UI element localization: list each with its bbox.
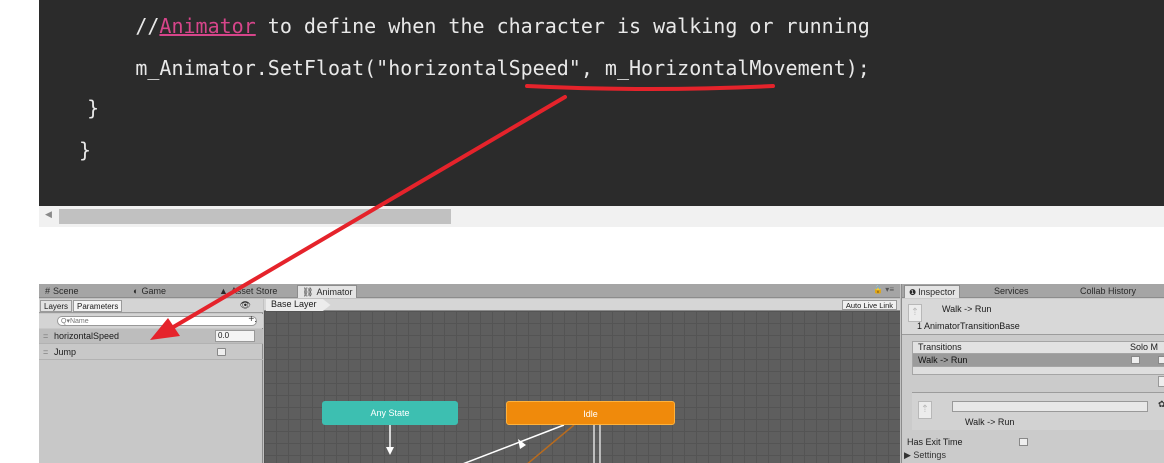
transitions-label: Transitions xyxy=(918,342,962,352)
has-exit-time-checkbox[interactable] xyxy=(1019,438,1028,446)
tab-services[interactable]: Services xyxy=(990,285,1033,298)
transitions-header: Transitions Solo M xyxy=(912,341,1164,354)
tab-asset-store[interactable]: ▲ Asset Store xyxy=(215,285,281,298)
editor-tabbar: # Scene ◐ Game ▲ Asset Store ⛓ Animator 🔒 ▾≡ xyxy=(39,284,900,298)
code-line-comment: //Animator to define when the character … xyxy=(39,6,870,46)
add-parameter-icon[interactable]: +. xyxy=(248,314,257,325)
search-row: +. xyxy=(39,314,263,328)
inspector-title: Walk -> Run xyxy=(942,304,992,314)
parameter-bool-checkbox[interactable] xyxy=(217,348,226,356)
eye-icon[interactable]: 👁 xyxy=(240,300,251,311)
transition-icon: ⇡ xyxy=(918,401,932,419)
animator-graph[interactable]: Base Layer Auto Live Link Any State Idle xyxy=(264,299,900,463)
comment-prefix: // xyxy=(39,14,160,38)
tab-animator-label: Animator xyxy=(316,287,353,297)
has-exit-time-label: Has Exit Time xyxy=(907,437,963,447)
parameter-float-field[interactable]: 0.0 xyxy=(215,330,255,342)
drag-handle-icon[interactable]: = xyxy=(43,329,48,343)
code-line-close-outer: } xyxy=(79,138,92,162)
tab-game[interactable]: ◐ Game xyxy=(129,285,170,298)
code-block: //Animator to define when the character … xyxy=(39,0,1164,206)
tab-layers[interactable]: Layers xyxy=(40,300,73,312)
scene-icon: # xyxy=(45,286,51,296)
transition-row[interactable]: Walk -> Run xyxy=(912,354,1164,367)
comment-text: to define when the character is walking … xyxy=(255,14,870,38)
inspector-header: ⇡ Walk -> Run 1 AnimatorTransitionBase xyxy=(902,299,1164,335)
parameter-row-horizontal-speed[interactable]: = horizontalSpeed 0.0 xyxy=(39,329,263,344)
scroll-handle[interactable] xyxy=(1158,376,1164,387)
arrow-head-icon xyxy=(386,447,394,455)
left-panel-toolbar: Layers Parameters 👁 xyxy=(39,299,263,313)
tab-asset-store-label: Asset Store xyxy=(230,286,278,296)
transition-icon: ⇡ xyxy=(908,304,922,322)
solo-mute-label: Solo M xyxy=(1129,342,1158,352)
selected-transition-box: ⇡ ✿ Walk -> Run xyxy=(912,392,1164,430)
scroll-left-icon[interactable]: ◀ xyxy=(45,210,52,220)
tab-game-label: Game xyxy=(141,286,166,296)
lock-icon[interactable]: 🔒 ▾≡ xyxy=(873,285,894,294)
tab-collab-history[interactable]: Collab History xyxy=(1076,285,1140,298)
parameters-panel: Layers Parameters 👁 +. = horizontalSpeed… xyxy=(39,299,263,463)
idle-transition xyxy=(463,424,565,463)
selected-transition-label: Walk -> Run xyxy=(965,417,1015,427)
unity-editor: # Scene ◐ Game ▲ Asset Store ⛓ Animator 🔒 ▾≡… xyxy=(39,284,1164,463)
drag-handle-icon[interactable]: = xyxy=(43,345,48,359)
info-icon: ❶ xyxy=(909,288,917,297)
code-line-close-inner: } xyxy=(39,96,100,120)
parameter-search-input[interactable] xyxy=(57,316,257,326)
scrollbar-thumb[interactable] xyxy=(59,209,451,224)
state-idle[interactable]: Idle xyxy=(506,401,675,425)
code-line-setfloat: m_Animator.SetFloat("horizontalSpeed", m… xyxy=(39,56,870,80)
gear-icon[interactable]: ✿ xyxy=(1158,399,1164,410)
animator-icon: ⛓ xyxy=(302,287,314,297)
tab-scene[interactable]: # Scene xyxy=(41,285,83,298)
transitions-list-footer xyxy=(912,367,1164,375)
horizontal-scrollbar[interactable]: ◀ xyxy=(39,206,1164,227)
inspector-tabbar: ❶ Inspector Services Collab History xyxy=(902,284,1164,298)
tab-inspector-label: Inspector xyxy=(918,287,956,297)
animator-doc-link[interactable]: Animator xyxy=(159,14,255,38)
transition-row-label: Walk -> Run xyxy=(918,355,968,365)
inspector-subtitle: 1 AnimatorTransitionBase xyxy=(917,321,1020,331)
transition-lines xyxy=(386,424,601,463)
tab-scene-label: Scene xyxy=(53,286,79,296)
game-icon: ◐ xyxy=(133,286,139,296)
asset-store-icon: ▲ xyxy=(219,286,228,296)
solo-checkbox[interactable] xyxy=(1131,356,1140,364)
settings-foldout[interactable]: ▶ Settings xyxy=(904,450,946,461)
parameter-name: horizontalSpeed xyxy=(54,331,120,341)
tab-parameters[interactable]: Parameters xyxy=(73,300,123,312)
parameter-name: Jump xyxy=(54,347,77,357)
parameter-row-jump[interactable]: = Jump xyxy=(39,345,263,360)
transition-name-field[interactable] xyxy=(952,401,1148,412)
tab-animator[interactable]: ⛓ Animator xyxy=(297,285,358,298)
mute-checkbox[interactable] xyxy=(1158,356,1164,364)
state-any-state[interactable]: Any State xyxy=(322,401,458,425)
inspector-panel: ❶ Inspector Services Collab History ⇡ Wal… xyxy=(901,284,1164,463)
tab-inspector[interactable]: ❶ Inspector xyxy=(904,285,961,298)
